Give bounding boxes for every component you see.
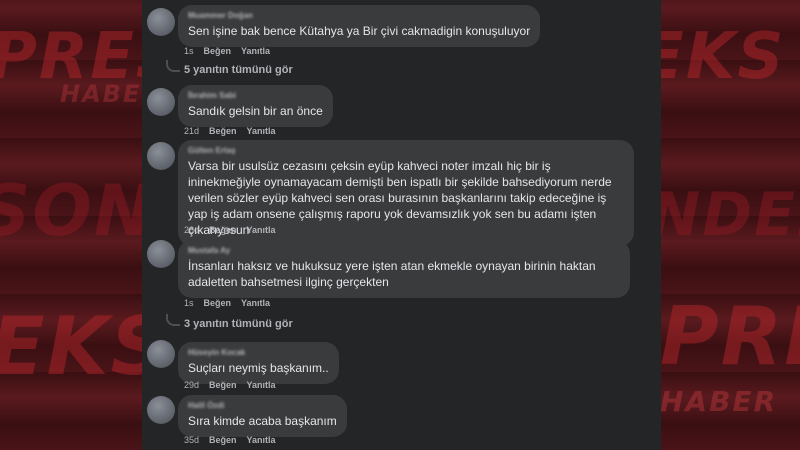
view-replies-label[interactable]: 5 yanıtın tümünü gör bbox=[184, 64, 293, 76]
reply-button[interactable]: Yanıtla bbox=[247, 380, 276, 390]
comment-author[interactable]: Muammer Doğan bbox=[188, 11, 530, 21]
comment-text: Sıra kimde acaba başkanım bbox=[188, 414, 337, 428]
comment-actions: 28d Beğen Yanıtla bbox=[184, 225, 276, 235]
comment-author[interactable]: Gülten Ertaş bbox=[188, 146, 624, 156]
comment-text: İnsanları haksız ve hukuksuz yere işten … bbox=[188, 259, 596, 289]
watermark-logo: NDEM bbox=[650, 180, 800, 250]
like-button[interactable]: Beğen bbox=[209, 435, 237, 445]
like-button[interactable]: Beğen bbox=[209, 126, 237, 136]
watermark-logo: PRES bbox=[660, 290, 800, 383]
avatar[interactable] bbox=[147, 142, 175, 170]
view-replies-link[interactable]: 5 yanıtın tümünü gör bbox=[166, 60, 293, 76]
comment-time[interactable]: 28d bbox=[184, 225, 199, 235]
comment-actions: 35d Beğen Yanıtla bbox=[184, 435, 276, 445]
comment-time[interactable]: 1s bbox=[184, 298, 194, 308]
reply-thread-line bbox=[166, 314, 180, 326]
reply-button[interactable]: Yanıtla bbox=[247, 225, 276, 235]
comment-bubble: Mustafa Ay İnsanları haksız ve hukuksuz … bbox=[178, 240, 630, 298]
comment-bubble: Muammer Doğan Sen işine bak bence Kütahy… bbox=[178, 5, 541, 47]
comment-actions: 1s Beğen Yanıtla bbox=[184, 46, 270, 56]
reply-thread-line bbox=[166, 60, 180, 72]
comment-author[interactable]: Hüseyin Kocak bbox=[188, 348, 329, 358]
reply-button[interactable]: Yanıtla bbox=[247, 126, 276, 136]
comment-author[interactable]: İbrahim Sabi bbox=[188, 91, 323, 101]
avatar[interactable] bbox=[147, 340, 175, 368]
avatar[interactable] bbox=[147, 88, 175, 116]
comment-author[interactable]: Mustafa Ay bbox=[188, 246, 620, 256]
comment-bubble: Hüseyin Kocak Suçları neymiş başkanım.. bbox=[178, 342, 339, 384]
comment-actions: 21d Beğen Yanıtla bbox=[184, 126, 276, 136]
comment-text: Suçları neymiş başkanım.. bbox=[188, 361, 329, 375]
view-replies-label[interactable]: 3 yanıtın tümünü gör bbox=[184, 318, 293, 330]
comment-text: Sandık gelsin bir an önce bbox=[188, 104, 323, 118]
comment-author[interactable]: Halil Özdi bbox=[188, 401, 337, 411]
avatar[interactable] bbox=[147, 396, 175, 424]
reply-button[interactable]: Yanıtla bbox=[241, 298, 270, 308]
watermark-logo: EKS bbox=[640, 20, 786, 94]
like-button[interactable]: Beğen bbox=[204, 298, 232, 308]
reply-button[interactable]: Yanıtla bbox=[247, 435, 276, 445]
comment-bubble: İbrahim Sabi Sandık gelsin bir an önce bbox=[178, 85, 333, 127]
comment-actions: 1s Beğen Yanıtla bbox=[184, 298, 270, 308]
comment-text: Sen işine bak bence Kütahya ya Bir çivi … bbox=[188, 24, 531, 38]
like-button[interactable]: Beğen bbox=[209, 225, 237, 235]
watermark-logo: HABER bbox=[660, 385, 778, 418]
reply-button[interactable]: Yanıtla bbox=[241, 46, 270, 56]
comment-time[interactable]: 21d bbox=[184, 126, 199, 136]
like-button[interactable]: Beğen bbox=[204, 46, 232, 56]
comment-time[interactable]: 29d bbox=[184, 380, 199, 390]
avatar[interactable] bbox=[147, 240, 175, 268]
comment-time[interactable]: 35d bbox=[184, 435, 199, 445]
comment-bubble: Halil Özdi Sıra kimde acaba başkanım bbox=[178, 395, 347, 437]
avatar[interactable] bbox=[147, 8, 175, 36]
comments-panel: Muammer Doğan Sen işine bak bence Kütahy… bbox=[142, 0, 661, 450]
view-replies-link[interactable]: 3 yanıtın tümünü gör bbox=[166, 314, 293, 330]
comment-time[interactable]: 1s bbox=[184, 46, 194, 56]
comment-actions: 29d Beğen Yanıtla bbox=[184, 380, 276, 390]
like-button[interactable]: Beğen bbox=[209, 380, 237, 390]
